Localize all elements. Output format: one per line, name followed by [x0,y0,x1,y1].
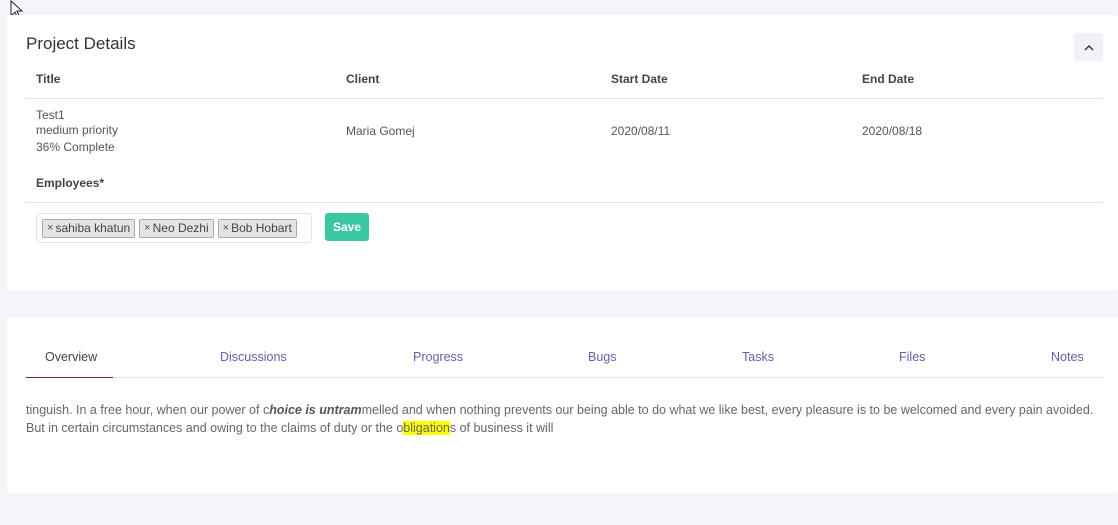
table-divider [26,98,1103,99]
tab-tasks[interactable]: Tasks [742,350,774,364]
project-title: Test1 [36,108,65,122]
collapse-button[interactable] [1074,33,1103,61]
tab-progress[interactable]: Progress [413,350,463,364]
remove-tag-icon[interactable]: × [223,222,229,234]
project-progress: 36% Complete [36,140,115,154]
project-end-date: 2020/08/18 [862,124,923,138]
tab-files[interactable]: Files [899,350,925,364]
overview-text-part: s of business it will [449,421,554,435]
remove-tag-icon[interactable]: × [47,222,53,234]
project-details-card: Project Details Title Client Start Date … [7,15,1118,290]
column-header-start-date: Start Date [611,72,668,86]
employee-tag: × Neo Dezhi [139,218,214,238]
save-button[interactable]: Save [325,213,369,241]
tab-notes[interactable]: Notes [1051,350,1084,364]
project-start-date: 2020/08/11 [611,124,671,138]
column-header-end-date: End Date [862,72,915,86]
overview-text-part: tinguish. In a free hour, when our power… [26,403,270,417]
project-client: Maria Gomej [346,124,415,138]
project-title-cell: Test1 medium priority 36% Complete [36,108,118,155]
employee-tag: × sahiba khatun [42,218,136,238]
employee-tag-label: Neo Dezhi [152,221,209,235]
tab-bar: Overview Discussions Progress Bugs Tasks… [26,347,1103,378]
project-tabs-card: Overview Discussions Progress Bugs Tasks… [7,317,1118,493]
remove-tag-icon[interactable]: × [144,222,150,234]
tab-overview[interactable]: Overview [45,350,97,364]
employees-select[interactable]: × sahiba khatun × Neo Dezhi × Bob Hobart [36,213,312,243]
tab-discussions[interactable]: Discussions [220,350,287,364]
employee-tag-label: Bob Hobart [231,221,292,235]
tab-bugs[interactable]: Bugs [588,350,617,364]
active-tab-indicator [26,377,113,378]
column-header-client: Client [346,72,380,86]
page-title: Project Details [26,34,136,53]
overview-bold-italic-text: hoice is untram [269,403,362,417]
employee-tag-label: sahiba khatun [55,221,131,235]
employees-label: Employees* [36,176,105,190]
employee-tag: × Bob Hobart [217,218,297,238]
project-priority: medium priority [36,123,119,137]
column-header-title: Title [36,72,61,86]
highlighted-text: bligation [403,421,450,435]
chevron-up-icon [1084,44,1093,50]
overview-content: tinguish. In a free hour, when our power… [26,401,1101,437]
employees-divider [26,202,1103,203]
